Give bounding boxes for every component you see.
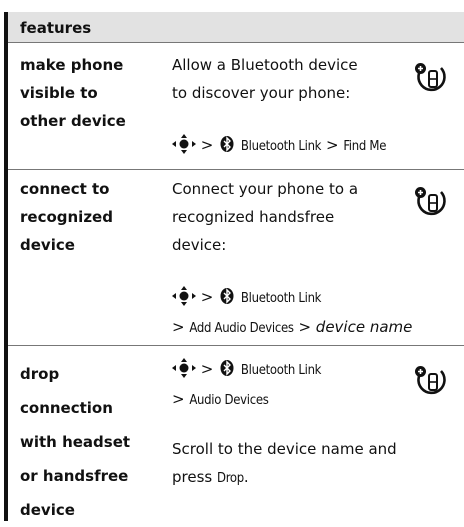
menu-path: > Bluetooth Link > Find Me (172, 131, 386, 161)
bluetooth-icon (220, 136, 234, 152)
feature-name: connect to recognized device (20, 180, 113, 254)
handsfree-phone-icon (415, 63, 446, 92)
divider (8, 42, 464, 43)
divider (8, 345, 464, 346)
nav-key-icon (172, 358, 196, 378)
nav-key-icon (172, 134, 196, 154)
nav-key-icon (172, 286, 196, 306)
feature-description: Scroll to the device name and press Drop… (172, 440, 397, 486)
table-header: features (4, 12, 464, 42)
bluetooth-icon (220, 360, 234, 376)
bluetooth-icon (220, 288, 234, 304)
drop-key-label: Drop (217, 471, 244, 486)
feature-description: Connect your phone to a recognized hands… (172, 180, 359, 254)
divider (8, 169, 464, 170)
menu-path: > Bluetooth Link > Audio Devices (172, 358, 322, 408)
handsfree-phone-icon (415, 366, 446, 395)
feature-name: drop connection with headset or handsfre… (20, 365, 131, 519)
handsfree-phone-icon (415, 187, 446, 216)
feature-description: Allow a Bluetooth device to discover you… (172, 56, 358, 102)
header-title: features (20, 19, 92, 37)
left-border (4, 42, 8, 521)
feature-name: make phone visible to other device (20, 56, 126, 130)
feature-table: features make phone visible to other dev… (0, 0, 464, 521)
menu-path: > Bluetooth Link > Add Audio Devices > d… (172, 286, 413, 336)
